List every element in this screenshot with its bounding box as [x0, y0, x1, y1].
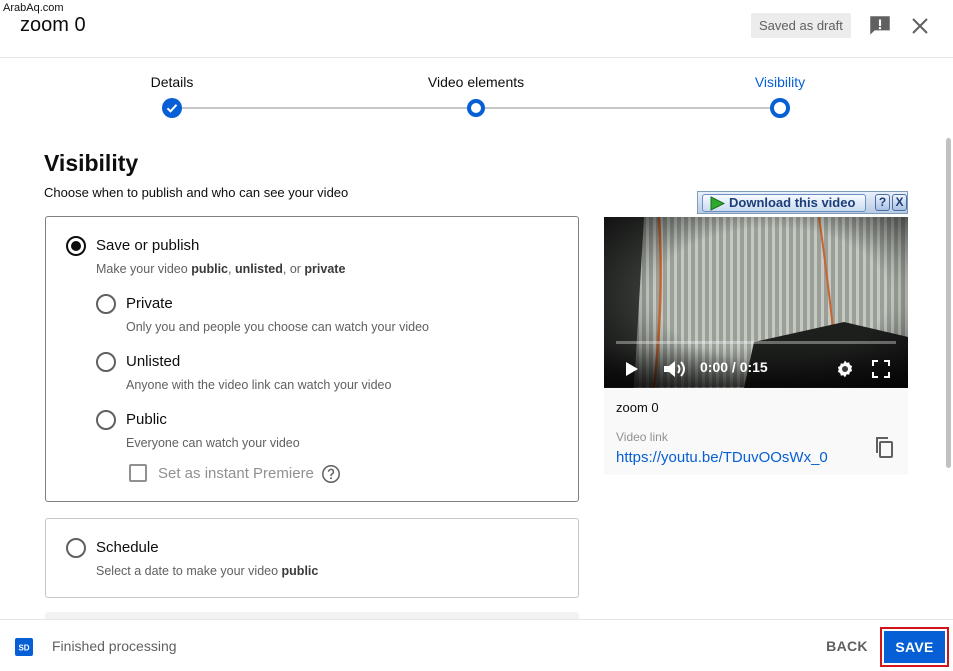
step-connector	[476, 107, 780, 109]
visibility-heading: Visibility	[44, 150, 139, 176]
step-label-video-elements[interactable]: Video elements	[428, 74, 524, 90]
save-button-highlight: SAVE	[880, 627, 949, 667]
save-or-publish-label[interactable]: Save or publish	[96, 237, 199, 254]
private-desc: Only you and people you choose can watch…	[126, 320, 429, 334]
upload-stepper: Details Video elements Visibility	[0, 58, 953, 138]
step-visibility-dot[interactable]	[770, 98, 790, 118]
schedule-desc: Select a date to make your video public	[96, 564, 319, 578]
fullscreen-icon[interactable]	[872, 360, 890, 378]
settings-gear-icon[interactable]	[835, 359, 855, 379]
step-connector	[172, 107, 476, 109]
play-icon[interactable]	[624, 360, 640, 378]
instant-premiere-label[interactable]: Set as instant Premiere	[158, 465, 314, 482]
video-progress-bar[interactable]	[616, 341, 896, 344]
scrollbar[interactable]	[946, 138, 951, 468]
video-time: 0:00 / 0:15	[700, 359, 768, 375]
save-button[interactable]: SAVE	[884, 631, 945, 663]
download-help-button[interactable]: ?	[875, 194, 890, 211]
save-or-publish-desc: Make your video public, unlisted, or pri…	[96, 262, 346, 276]
step-details-check-icon[interactable]	[162, 98, 182, 118]
video-preview-card: 0:00 / 0:15 zoom 0 Video link https://yo…	[604, 217, 908, 475]
dialog-title: zoom 0	[20, 14, 86, 36]
download-toolbar: Download this video ? X	[697, 191, 908, 214]
public-label[interactable]: Public	[126, 411, 167, 428]
private-label[interactable]: Private	[126, 295, 173, 312]
dialog-header: zoom 0 Saved as draft	[0, 0, 953, 58]
help-icon[interactable]	[321, 464, 341, 484]
close-icon[interactable]	[908, 14, 932, 38]
save-or-publish-card[interactable]: Save or publish Make your video public, …	[45, 216, 579, 502]
sd-quality-icon: SD	[15, 638, 33, 656]
public-desc: Everyone can watch your video	[126, 436, 300, 450]
step-label-visibility[interactable]: Visibility	[755, 74, 805, 90]
preview-video-title: zoom 0	[616, 400, 659, 415]
download-video-label: Download this video	[729, 195, 856, 210]
private-radio[interactable]	[96, 294, 116, 314]
instant-premiere-checkbox[interactable]	[129, 464, 147, 482]
step-video-elements-dot[interactable]	[467, 99, 485, 117]
dialog-footer: SD Finished processing BACK SAVE	[0, 619, 953, 671]
copy-icon[interactable]	[872, 435, 896, 459]
draft-status-badge: Saved as draft	[751, 13, 851, 38]
video-player[interactable]: 0:00 / 0:15	[604, 217, 908, 388]
save-or-publish-radio[interactable]	[66, 236, 86, 256]
public-radio[interactable]	[96, 410, 116, 430]
unlisted-label[interactable]: Unlisted	[126, 353, 180, 370]
processing-status: Finished processing	[52, 638, 177, 654]
visibility-subtitle: Choose when to publish and who can see y…	[44, 185, 349, 200]
schedule-card[interactable]: Schedule Select a date to make your vide…	[45, 518, 579, 598]
video-link-url[interactable]: https://youtu.be/TDuvOOsWx_0	[616, 449, 828, 466]
back-button[interactable]: BACK	[818, 628, 876, 664]
download-close-button[interactable]: X	[892, 194, 907, 211]
video-link-label: Video link	[616, 430, 668, 444]
download-video-button[interactable]: Download this video	[702, 194, 866, 212]
play-arrow-icon	[710, 196, 725, 211]
volume-icon[interactable]	[662, 358, 686, 380]
schedule-label[interactable]: Schedule	[96, 539, 159, 556]
svg-text:SD: SD	[18, 644, 29, 653]
schedule-radio[interactable]	[66, 538, 86, 558]
step-label-details[interactable]: Details	[151, 74, 194, 90]
feedback-icon[interactable]	[867, 13, 893, 39]
unlisted-radio[interactable]	[96, 352, 116, 372]
unlisted-desc: Anyone with the video link can watch you…	[126, 378, 392, 392]
